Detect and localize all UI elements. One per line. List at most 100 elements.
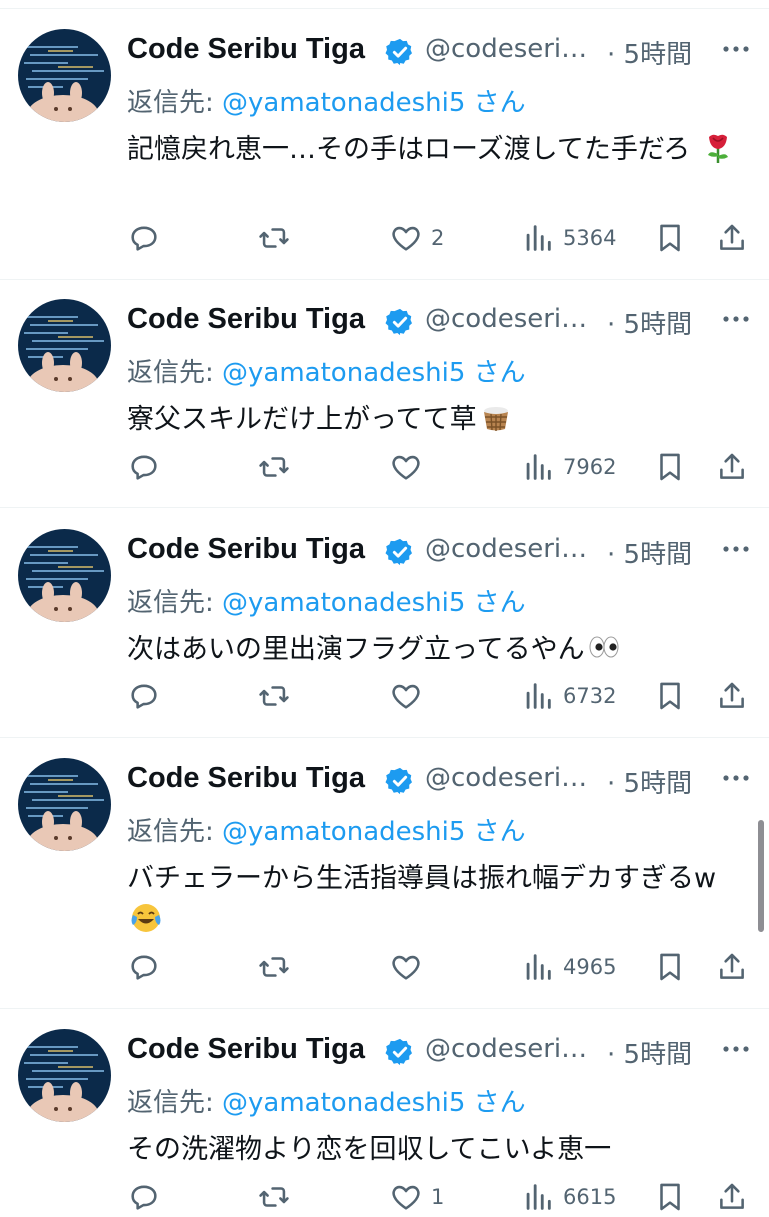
- timestamp[interactable]: · 5時間: [607, 34, 692, 71]
- more-icon[interactable]: [721, 539, 751, 559]
- author-handle[interactable]: @codeseri…: [425, 1034, 587, 1064]
- author-name[interactable]: Code Seribu Tiga: [127, 533, 365, 566]
- verified-badge-icon: [385, 1037, 415, 1067]
- reply-icon: [131, 1185, 157, 1210]
- reply-mention-link[interactable]: @yamatonadeshi5: [222, 88, 465, 118]
- timestamp[interactable]: · 5時間: [607, 763, 692, 800]
- more-icon[interactable]: [721, 309, 751, 329]
- tweet[interactable]: Code Seribu Tiga @codeseri… · 5時間 返信先: @…: [0, 509, 769, 738]
- timestamp[interactable]: · 5時間: [607, 304, 692, 341]
- reply-suffix: さん: [465, 358, 526, 388]
- share-button[interactable]: [715, 947, 749, 987]
- views-icon: [526, 225, 551, 251]
- share-icon: [720, 1183, 744, 1209]
- avatar-image: [18, 299, 111, 392]
- tweet-text-body: 寮父スキルだけ上がってて草: [127, 404, 477, 435]
- views-icon: [526, 683, 551, 709]
- reply-mention-link[interactable]: @yamatonadeshi5: [222, 817, 465, 847]
- reply-feed: Code Seribu Tiga @codeseri… · 5時間 返信先: @…: [0, 0, 769, 1211]
- tweet[interactable]: Code Seribu Tiga @codeseri… · 5時間 返信先: @…: [0, 279, 769, 508]
- views-button[interactable]: 7962: [521, 447, 616, 487]
- reply-mention-link[interactable]: @yamatonadeshi5: [222, 1088, 465, 1118]
- retweet-icon: [259, 686, 289, 706]
- reply-button[interactable]: [127, 218, 161, 258]
- reply-icon: [131, 455, 157, 480]
- share-button[interactable]: [715, 447, 749, 487]
- more-icon[interactable]: [721, 1039, 751, 1059]
- views-button[interactable]: 5364: [521, 218, 616, 258]
- scrollbar[interactable]: [758, 820, 764, 932]
- share-button[interactable]: [715, 218, 749, 258]
- retweet-button[interactable]: [257, 218, 291, 258]
- timestamp[interactable]: · 5時間: [607, 1034, 692, 1071]
- timestamp[interactable]: · 5時間: [607, 534, 692, 571]
- more-icon[interactable]: [721, 39, 751, 59]
- heart-icon: [392, 1185, 420, 1210]
- basket-emoji-icon: [479, 400, 513, 434]
- retweet-icon: [259, 457, 289, 477]
- reply-button[interactable]: [127, 1177, 161, 1217]
- joy-emoji-icon: [129, 901, 163, 935]
- bookmark-button[interactable]: [653, 947, 687, 987]
- reply-label: 返信先:: [127, 358, 223, 388]
- verified-badge-icon: [385, 766, 415, 796]
- view-count: 6615: [563, 1185, 617, 1209]
- reply-mention-link[interactable]: @yamatonadeshi5: [222, 588, 465, 618]
- share-icon: [720, 224, 744, 250]
- avatar[interactable]: [18, 299, 111, 392]
- like-button[interactable]: [389, 447, 431, 487]
- tweet-text: 寮父スキルだけ上がってて草: [127, 399, 751, 441]
- tweet-text-body: その洗濯物より恋を回収してこいよ恵一: [127, 1134, 612, 1165]
- bookmark-icon: [660, 453, 680, 481]
- tweet[interactable]: Code Seribu Tiga @codeseri… · 5時間 返信先: @…: [0, 738, 769, 1009]
- reply-suffix: さん: [465, 817, 526, 847]
- author-name[interactable]: Code Seribu Tiga: [127, 762, 365, 795]
- like-button[interactable]: [389, 676, 431, 716]
- views-button[interactable]: 6732: [521, 676, 616, 716]
- reply-button[interactable]: [127, 447, 161, 487]
- share-button[interactable]: [715, 1177, 749, 1217]
- avatar[interactable]: [18, 29, 111, 122]
- avatar[interactable]: [18, 758, 111, 851]
- author-name[interactable]: Code Seribu Tiga: [127, 1033, 365, 1066]
- retweet-button[interactable]: [257, 947, 291, 987]
- reply-button[interactable]: [127, 947, 161, 987]
- author-handle[interactable]: @codeseri…: [425, 534, 587, 564]
- bookmark-button[interactable]: [653, 676, 687, 716]
- more-icon[interactable]: [721, 768, 751, 788]
- bookmark-button[interactable]: [653, 1177, 687, 1217]
- avatar[interactable]: [18, 529, 111, 622]
- retweet-button[interactable]: [257, 1177, 291, 1217]
- avatar[interactable]: [18, 1029, 111, 1122]
- like-button[interactable]: 1: [389, 1177, 444, 1217]
- retweet-button[interactable]: [257, 447, 291, 487]
- retweet-button[interactable]: [257, 676, 291, 716]
- author-name[interactable]: Code Seribu Tiga: [127, 33, 365, 66]
- like-count: 1: [431, 1185, 445, 1209]
- views-button[interactable]: 6615: [521, 1177, 616, 1217]
- reply-mention-link[interactable]: @yamatonadeshi5: [222, 358, 465, 388]
- avatar-image: [18, 1029, 111, 1122]
- bookmark-button[interactable]: [653, 447, 687, 487]
- like-button[interactable]: 2: [389, 218, 444, 258]
- author-handle[interactable]: @codeseri…: [425, 763, 587, 793]
- bookmark-button[interactable]: [653, 218, 687, 258]
- tweet[interactable]: Code Seribu Tiga @codeseri… · 5時間 返信先: @…: [0, 8, 769, 280]
- avatar-image: [18, 29, 111, 122]
- reply-button[interactable]: [127, 676, 161, 716]
- reply-suffix: さん: [465, 88, 526, 118]
- tweet-text: 記憶戻れ恵一…その手はローズ渡してた手だろ: [127, 129, 751, 171]
- views-icon: [526, 454, 551, 480]
- tweet[interactable]: Code Seribu Tiga @codeseri… · 5時間 返信先: @…: [0, 1009, 769, 1211]
- author-handle[interactable]: @codeseri…: [425, 304, 587, 334]
- views-button[interactable]: 4965: [521, 947, 616, 987]
- bookmark-icon: [660, 953, 680, 981]
- reply-label: 返信先:: [127, 1088, 223, 1118]
- author-handle[interactable]: @codeseri…: [425, 34, 587, 64]
- reply-suffix: さん: [465, 1088, 526, 1118]
- share-button[interactable]: [715, 676, 749, 716]
- author-name[interactable]: Code Seribu Tiga: [127, 303, 365, 336]
- like-button[interactable]: [389, 947, 431, 987]
- reply-context: 返信先: @yamatonadeshi5 さん: [127, 1082, 526, 1119]
- view-count: 5364: [563, 226, 617, 250]
